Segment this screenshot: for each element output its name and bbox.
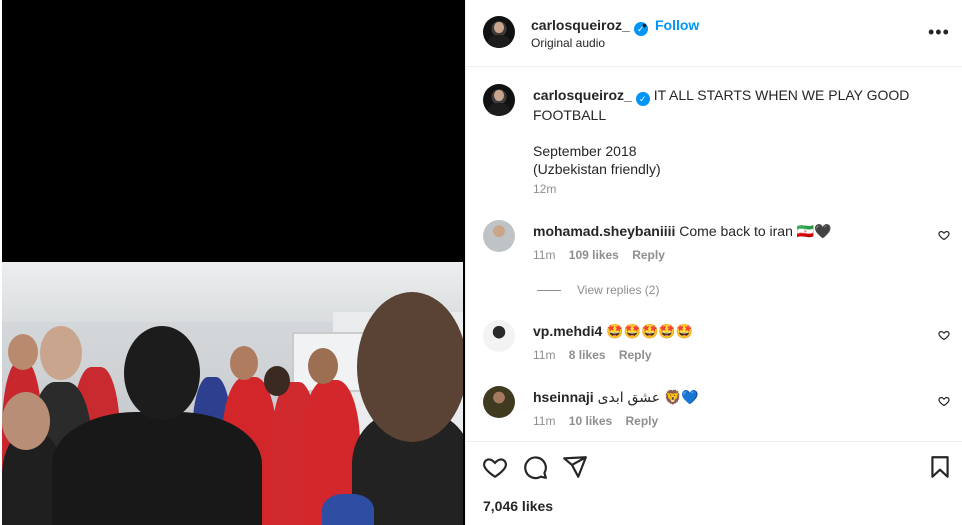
comment-likes[interactable]: 8 likes — [569, 348, 606, 362]
caption-avatar[interactable] — [483, 84, 515, 116]
post-header: carlosqueiroz_ ✓ • Follow Original audio … — [466, 0, 962, 67]
comment-text-row: hseinnaji عشق ابدی 🦁💙 — [533, 389, 699, 406]
author-username-row[interactable]: carlosqueiroz_ ✓ — [531, 17, 648, 36]
comment-username[interactable]: mohamad.sheybaniiii — [533, 223, 675, 239]
bookmark-icon[interactable] — [927, 454, 953, 480]
post-panel: carlosqueiroz_ ✓ • Follow Original audio … — [465, 0, 962, 525]
follow-button[interactable]: Follow — [655, 17, 699, 33]
comment-username[interactable]: hseinnaji — [533, 389, 594, 405]
post-media[interactable] — [0, 0, 465, 525]
post-actions: 7,046 likes — [466, 441, 962, 525]
caption-first-line: carlosqueiroz_ ✓ IT ALL STARTS WHEN WE PL… — [533, 86, 923, 106]
foreground-head — [2, 392, 50, 450]
post-caption: carlosqueiroz_ ✓ IT ALL STARTS WHEN WE PL… — [533, 86, 923, 178]
player-head — [8, 334, 38, 370]
comment-like-heart-icon[interactable] — [938, 395, 950, 407]
player-head — [264, 366, 290, 396]
coach-head — [40, 326, 82, 380]
replies-rule — [537, 290, 561, 292]
video-frame[interactable] — [2, 262, 463, 525]
comment-time: 11m — [533, 348, 556, 362]
foreground-head — [357, 292, 463, 442]
share-icon[interactable] — [562, 454, 588, 480]
verified-icon: ✓ — [635, 92, 650, 106]
caption-username[interactable]: carlosqueiroz_ — [533, 87, 632, 103]
heart-icon[interactable] — [482, 454, 508, 480]
comment-username[interactable]: vp.mehdi4 — [533, 323, 602, 339]
caption-text: IT ALL STARTS WHEN WE PLAY GOOD — [653, 87, 910, 103]
comment-meta: 11m 8 likes Reply — [533, 348, 662, 362]
comment-body: عشق ابدی 🦁💙 — [597, 389, 699, 405]
caption-timestamp: 12m — [533, 182, 557, 196]
comment-body: Come back to iran 🇮🇷🖤 — [679, 223, 832, 239]
commenter-avatar[interactable] — [483, 320, 515, 352]
caption-text: (Uzbekistan friendly) — [533, 161, 661, 177]
comment-meta: 11m 109 likes Reply — [533, 248, 675, 262]
reply-button[interactable]: Reply — [632, 248, 665, 262]
avatar-face — [494, 89, 504, 102]
likes-count[interactable]: 7,046 likes — [483, 498, 553, 514]
comment-like-heart-icon[interactable] — [938, 229, 950, 241]
more-icon[interactable]: ••• — [928, 22, 950, 43]
comment-meta: 11m 10 likes Reply — [533, 414, 668, 428]
caption-text: FOOTBALL — [533, 107, 607, 123]
avatar-face — [494, 21, 504, 34]
avatar-suit — [487, 34, 511, 48]
comment-text-row: vp.mehdi4 🤩🤩🤩🤩🤩 — [533, 323, 693, 340]
comment-time: 11m — [533, 414, 556, 428]
player-shape — [322, 494, 374, 525]
comment-time: 11m — [533, 248, 556, 262]
comment-text-row: mohamad.sheybaniiii Come back to iran 🇮🇷… — [533, 223, 832, 240]
comment-icon[interactable] — [522, 454, 548, 480]
comment-likes[interactable]: 10 likes — [569, 414, 612, 428]
foreground-head — [124, 326, 200, 420]
foreground-shape — [52, 412, 262, 525]
comment-like-heart-icon[interactable] — [938, 329, 950, 341]
view-replies-button[interactable]: View replies (2) — [537, 283, 659, 297]
separator-dot: • — [642, 17, 647, 33]
caption-text: September 2018 — [533, 143, 637, 159]
avatar-suit — [487, 102, 511, 116]
view-replies-label[interactable]: View replies (2) — [577, 283, 659, 297]
commenter-avatar[interactable] — [483, 220, 515, 252]
audio-label[interactable]: Original audio — [531, 36, 605, 50]
commenter-avatar[interactable] — [483, 386, 515, 418]
reply-button[interactable]: Reply — [619, 348, 652, 362]
author-avatar[interactable] — [483, 16, 515, 48]
player-head — [230, 346, 258, 380]
reply-button[interactable]: Reply — [626, 414, 659, 428]
player-head — [308, 348, 338, 384]
author-username[interactable]: carlosqueiroz_ — [531, 17, 630, 33]
comment-body: 🤩🤩🤩🤩🤩 — [606, 323, 694, 339]
comment-likes[interactable]: 109 likes — [569, 248, 619, 262]
